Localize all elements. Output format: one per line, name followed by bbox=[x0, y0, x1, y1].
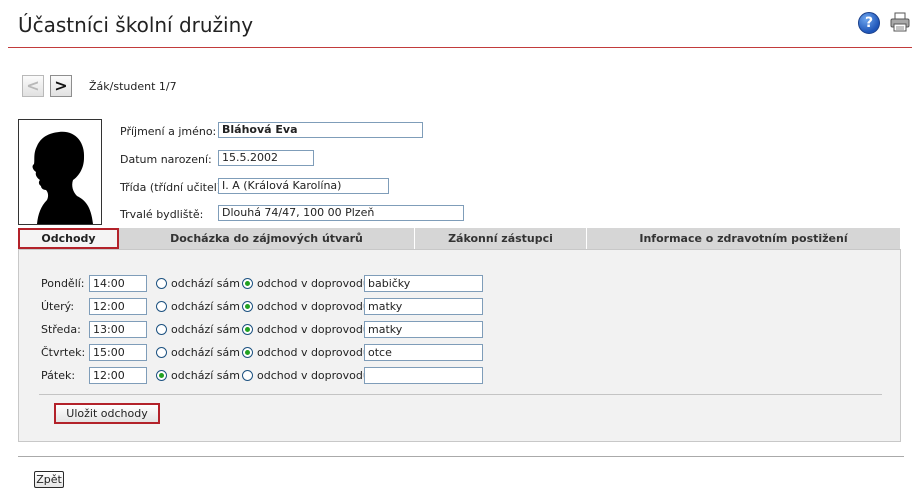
help-icon[interactable]: ? bbox=[858, 12, 880, 34]
address-field[interactable]: Dlouhá 74/47, 100 00 Plzeň bbox=[218, 205, 464, 221]
radio-leaves-alone[interactable] bbox=[156, 324, 167, 335]
escort-input[interactable]: matky bbox=[364, 298, 483, 315]
radio-leaves-alone[interactable] bbox=[156, 347, 167, 358]
tab-activities[interactable]: Docházka do zájmových útvarů bbox=[119, 228, 415, 249]
student-photo bbox=[18, 119, 102, 225]
bottom-divider bbox=[18, 456, 904, 457]
address-label: Trvalé bydliště: bbox=[120, 208, 204, 221]
escort-input[interactable]: otce bbox=[364, 344, 483, 361]
day-label: Úterý: bbox=[41, 300, 75, 313]
tab-disability-info[interactable]: Informace o zdravotním postižení bbox=[587, 228, 901, 249]
departure-time-input[interactable]: 12:00 bbox=[89, 298, 147, 315]
tab-departures[interactable]: Odchody bbox=[18, 228, 119, 249]
save-departures-button[interactable]: Uložit odchody bbox=[54, 403, 160, 424]
radio-leaves-alone[interactable] bbox=[156, 370, 167, 381]
day-label: Pátek: bbox=[41, 369, 76, 382]
radio-with-escort[interactable] bbox=[242, 347, 253, 358]
panel-divider bbox=[39, 394, 882, 395]
day-label: Čtvrtek: bbox=[41, 346, 86, 359]
radio-leaves-alone-label: odchází sám bbox=[171, 323, 240, 336]
back-button[interactable]: Zpět bbox=[34, 471, 64, 488]
radio-with-escort-label: odchod v doprovodu bbox=[257, 277, 370, 290]
printer-icon[interactable] bbox=[890, 12, 910, 32]
tab-bar: Odchody Docházka do zájmových útvarů Zák… bbox=[18, 228, 901, 249]
page-title: Účastníci školní družiny bbox=[18, 13, 254, 37]
birth-date-field[interactable]: 15.5.2002 bbox=[218, 150, 314, 166]
class-label: Třída (třídní učitel): bbox=[120, 181, 225, 194]
radio-with-escort-label: odchod v doprovodu bbox=[257, 346, 370, 359]
radio-with-escort-label: odchod v doprovodu bbox=[257, 323, 370, 336]
radio-with-escort[interactable] bbox=[242, 324, 253, 335]
next-student-button[interactable]: > bbox=[50, 75, 72, 97]
departure-time-input[interactable]: 13:00 bbox=[89, 321, 147, 338]
radio-with-escort-label: odchod v doprovodu bbox=[257, 369, 370, 382]
departure-time-input[interactable]: 14:00 bbox=[89, 275, 147, 292]
radio-with-escort[interactable] bbox=[242, 370, 253, 381]
day-label: Pondělí: bbox=[41, 277, 85, 290]
radio-with-escort[interactable] bbox=[242, 301, 253, 312]
radio-leaves-alone[interactable] bbox=[156, 301, 167, 312]
escort-input[interactable]: babičky bbox=[364, 275, 483, 292]
name-label: Příjmení a jméno: bbox=[120, 125, 217, 138]
departure-time-input[interactable]: 15:00 bbox=[89, 344, 147, 361]
tab-guardians[interactable]: Zákonní zástupci bbox=[415, 228, 587, 249]
day-label: Středa: bbox=[41, 323, 81, 336]
radio-with-escort-label: odchod v doprovodu bbox=[257, 300, 370, 313]
radio-leaves-alone-label: odchází sám bbox=[171, 277, 240, 290]
radio-leaves-alone[interactable] bbox=[156, 278, 167, 289]
radio-leaves-alone-label: odchází sám bbox=[171, 369, 240, 382]
departures-panel: Pondělí: 14:00 odchází sám odchod v doprovo… bbox=[18, 249, 901, 442]
student-counter: Žák/student 1/7 bbox=[89, 80, 177, 93]
escort-input[interactable] bbox=[364, 367, 483, 384]
escort-input[interactable]: matky bbox=[364, 321, 483, 338]
title-divider bbox=[8, 47, 912, 48]
birth-date-label: Datum narození: bbox=[120, 153, 212, 166]
radio-leaves-alone-label: odchází sám bbox=[171, 300, 240, 313]
class-field[interactable]: I. A (Králová Karolína) bbox=[218, 178, 389, 194]
radio-with-escort[interactable] bbox=[242, 278, 253, 289]
radio-leaves-alone-label: odchází sám bbox=[171, 346, 240, 359]
previous-student-button[interactable]: < bbox=[22, 75, 44, 97]
name-field[interactable]: Bláhová Eva bbox=[218, 122, 423, 138]
silhouette-icon bbox=[32, 131, 93, 224]
departure-time-input[interactable]: 12:00 bbox=[89, 367, 147, 384]
